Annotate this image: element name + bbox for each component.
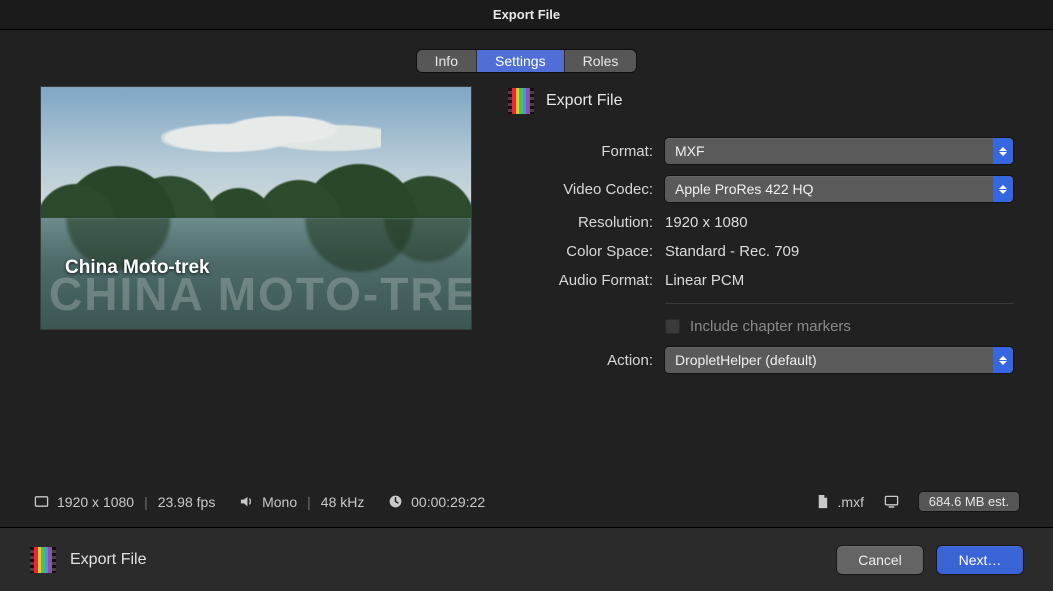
preview-column: CHINA MOTO-TREK China Moto-trek	[40, 86, 472, 492]
dialog-body: Info Settings Roles CHINA MOTO-TREK Chin…	[0, 30, 1053, 528]
audio-format-value: Linear PCM	[665, 272, 1013, 289]
stepper-icon	[993, 347, 1013, 373]
window-titlebar: Export File	[0, 0, 1053, 30]
main-area: CHINA MOTO-TREK China Moto-trek Export F…	[0, 86, 1053, 492]
frame-icon	[34, 494, 49, 509]
chapter-markers-checkbox[interactable]	[665, 319, 680, 334]
separator: |	[307, 494, 311, 510]
stepper-icon	[993, 138, 1013, 164]
tab-settings[interactable]: Settings	[477, 50, 565, 72]
clock-icon	[388, 494, 403, 509]
settings-title: Export File	[546, 92, 622, 110]
cancel-button[interactable]: Cancel	[837, 546, 923, 574]
video-codec-select[interactable]: Apple ProRes 422 HQ	[665, 176, 1013, 202]
preview-thumbnail: CHINA MOTO-TREK China Moto-trek	[40, 86, 472, 330]
label-audio-format: Audio Format:	[508, 272, 653, 289]
format-select-value: MXF	[675, 143, 705, 159]
speaker-icon	[239, 494, 254, 509]
next-button[interactable]: Next…	[937, 546, 1023, 574]
status-audio-rate: 48 kHz	[321, 494, 365, 510]
status-dimensions: 1920 x 1080	[57, 494, 134, 510]
status-audio-channels: Mono	[262, 494, 297, 510]
destination-icon	[508, 88, 534, 114]
video-codec-value: Apple ProRes 422 HQ	[675, 181, 814, 197]
status-duration: 00:00:29:22	[411, 494, 485, 510]
preview-mountains	[41, 131, 471, 223]
label-action: Action:	[508, 352, 653, 369]
label-color-space: Color Space:	[508, 243, 653, 260]
destination-icon	[30, 547, 56, 573]
separator: |	[144, 494, 148, 510]
chapter-markers-row[interactable]: Include chapter markers	[665, 318, 1013, 335]
label-format: Format:	[508, 143, 653, 160]
footer: Export File Cancel Next…	[0, 528, 1053, 591]
window-title: Export File	[493, 7, 560, 22]
settings-column: Export File Format: MXF Video Codec: App…	[508, 86, 1013, 492]
action-select-value: DropletHelper (default)	[675, 352, 817, 368]
footer-title: Export File	[70, 551, 146, 569]
status-bar: 1920 x 1080 | 23.98 fps Mono | 48 kHz 00…	[0, 492, 1053, 527]
monitor-icon	[884, 494, 899, 509]
label-resolution: Resolution:	[508, 214, 653, 231]
status-size-estimate: 684.6 MB est.	[919, 492, 1019, 511]
action-select[interactable]: DropletHelper (default)	[665, 347, 1013, 373]
tab-bar: Info Settings Roles	[0, 30, 1053, 86]
divider	[665, 303, 1013, 304]
status-file-ext: .mxf	[838, 494, 864, 510]
tab-group: Info Settings Roles	[417, 50, 637, 72]
preview-caption: China Moto-trek	[65, 257, 210, 279]
status-fps: 23.98 fps	[158, 494, 216, 510]
resolution-value: 1920 x 1080	[665, 214, 1013, 231]
chapter-markers-label: Include chapter markers	[690, 318, 851, 335]
file-icon	[815, 494, 830, 509]
stepper-icon	[993, 176, 1013, 202]
format-select[interactable]: MXF	[665, 138, 1013, 164]
tab-info[interactable]: Info	[417, 50, 477, 72]
color-space-value: Standard - Rec. 709	[665, 243, 1013, 260]
tab-roles[interactable]: Roles	[565, 50, 637, 72]
label-video-codec: Video Codec:	[508, 181, 653, 198]
settings-form: Format: MXF Video Codec: Apple ProRes 42…	[508, 138, 1013, 373]
settings-header: Export File	[508, 88, 1013, 138]
